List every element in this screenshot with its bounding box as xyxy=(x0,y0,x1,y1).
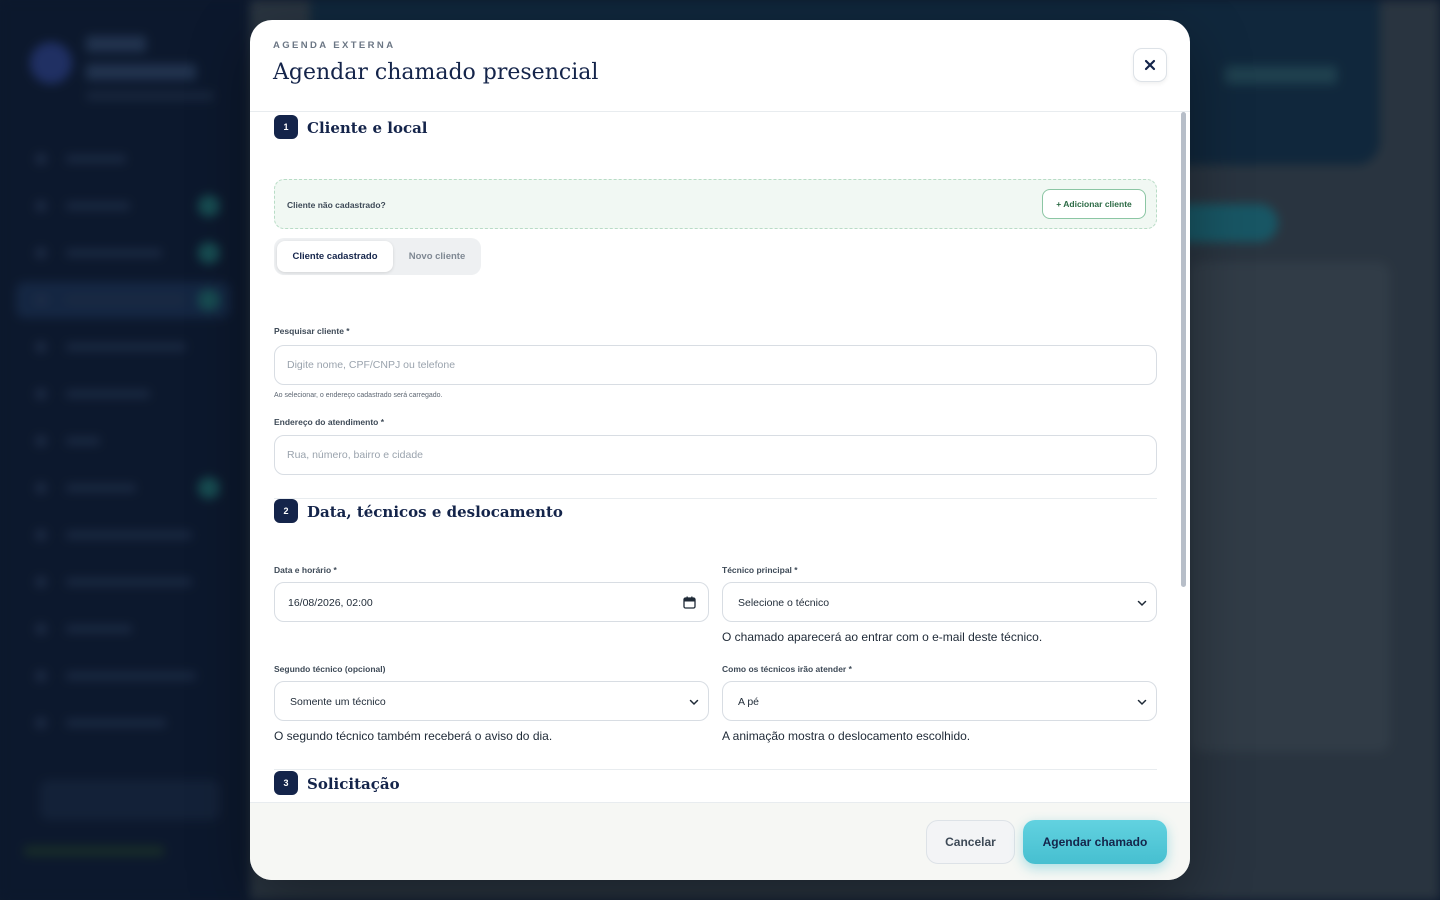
datetime-input[interactable]: 16/08/2026, 02:00 xyxy=(274,582,709,622)
section-title-request: Solicitação xyxy=(307,775,400,793)
chevron-down-icon xyxy=(1137,699,1147,706)
travel-mode-value: A pé xyxy=(738,696,760,708)
modal-header: AGENDA EXTERNA Agendar chamado presencia… xyxy=(250,20,1190,112)
travel-mode-label: Como os técnicos irão atender * xyxy=(722,664,852,674)
step-badge-2: 2 xyxy=(274,499,298,523)
section-divider xyxy=(274,769,1157,770)
datetime-value: 16/08/2026, 02:00 xyxy=(288,597,373,609)
main-tech-select[interactable]: Selecione o técnico xyxy=(722,582,1157,622)
scrollbar-thumb[interactable] xyxy=(1181,112,1186,587)
main-tech-hint: O chamado aparecerá ao entrar com o e-ma… xyxy=(722,630,1043,644)
address-label: Endereço do atendimento * xyxy=(274,417,385,427)
main-tech-value: Selecione o técnico xyxy=(738,597,830,609)
modal-body[interactable]: 1 Cliente e local Cliente não cadastrado… xyxy=(250,112,1190,802)
schedule-call-button[interactable]: Agendar chamado xyxy=(1023,820,1167,864)
calendar-icon[interactable] xyxy=(683,596,696,609)
travel-mode-select[interactable]: A pé xyxy=(722,681,1157,721)
chevron-down-icon xyxy=(689,699,699,706)
modal-footer: Cancelar Agendar chamado xyxy=(250,802,1190,880)
section-divider xyxy=(274,498,1157,499)
unregistered-client-notice: Cliente não cadastrado? + Adicionar clie… xyxy=(274,179,1157,229)
add-client-button[interactable]: + Adicionar cliente xyxy=(1042,189,1146,219)
step-badge-3: 3 xyxy=(274,771,298,795)
second-tech-select[interactable]: Somente um técnico xyxy=(274,681,709,721)
main-tech-label: Técnico principal * xyxy=(722,565,798,575)
second-tech-label: Segundo técnico (opcional) xyxy=(274,664,386,674)
step-badge-1: 1 xyxy=(274,115,298,139)
search-client-hint: Ao selecionar, o endereço cadastrado ser… xyxy=(274,392,443,399)
section-title-schedule: Data, técnicos e deslocamento xyxy=(307,503,563,521)
modal-eyebrow: AGENDA EXTERNA xyxy=(273,40,396,51)
second-tech-hint: O segundo técnico também receberá o avis… xyxy=(274,729,553,743)
notice-text: Cliente não cadastrado? xyxy=(287,200,386,210)
modal-title: Agendar chamado presencial xyxy=(273,60,599,85)
datetime-label: Data e horário * xyxy=(274,565,337,575)
schedule-visit-modal: AGENDA EXTERNA Agendar chamado presencia… xyxy=(250,20,1190,880)
close-button[interactable] xyxy=(1133,48,1167,82)
search-client-label: Pesquisar cliente * xyxy=(274,326,350,336)
travel-mode-hint: A animação mostra o deslocamento escolhi… xyxy=(722,729,971,743)
address-input[interactable] xyxy=(274,435,1157,475)
search-client-input[interactable] xyxy=(274,345,1157,385)
close-icon xyxy=(1144,59,1156,71)
second-tech-value: Somente um técnico xyxy=(290,696,386,708)
chevron-down-icon xyxy=(1137,600,1147,607)
client-type-toggle: Cliente cadastrado Novo cliente xyxy=(274,238,481,275)
tab-registered-client[interactable]: Cliente cadastrado xyxy=(277,241,393,272)
cancel-button[interactable]: Cancelar xyxy=(926,820,1015,864)
section-title-client: Cliente e local xyxy=(307,119,428,137)
tab-new-client[interactable]: Novo cliente xyxy=(396,241,478,272)
